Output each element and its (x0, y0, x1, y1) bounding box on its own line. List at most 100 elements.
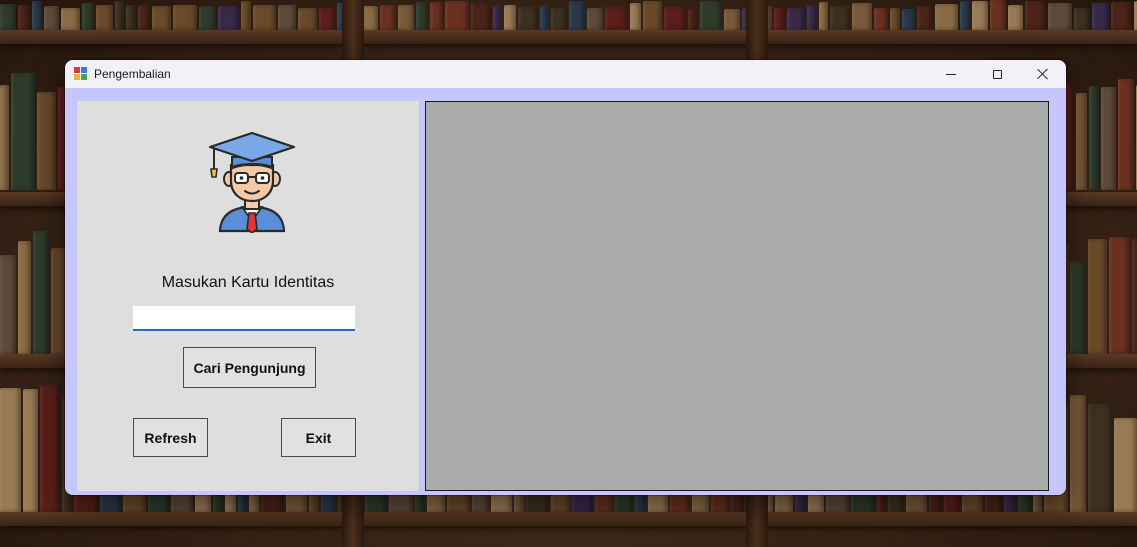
book-spine (218, 6, 239, 30)
book-spine (819, 2, 828, 30)
book-spine (253, 5, 276, 30)
book-spine (1089, 86, 1099, 190)
book-spine (380, 5, 396, 30)
book-spine (319, 8, 335, 30)
book-spine (830, 6, 850, 30)
form-app-icon (74, 67, 88, 81)
book-spine (688, 9, 698, 30)
book-spine (11, 73, 35, 190)
maximize-button[interactable] (974, 60, 1020, 88)
book-spine (1088, 404, 1112, 512)
book-spine (1074, 8, 1090, 30)
maximize-icon (992, 69, 1002, 79)
graduate-student-icon (208, 131, 296, 233)
book-spine (61, 8, 80, 30)
book-spine (551, 8, 567, 30)
book-spine (23, 389, 38, 512)
book-spine (1048, 3, 1072, 30)
search-visitor-button[interactable]: Cari Pengunjung (183, 347, 316, 388)
pengembalian-window: Pengembalian Masukan Kartu Identitas Car… (65, 60, 1066, 495)
book-spine (1111, 2, 1132, 30)
identity-card-input[interactable] (133, 306, 355, 331)
book-spine (540, 6, 549, 30)
book-spine (1025, 1, 1046, 30)
book-spine (0, 4, 16, 30)
book-spine (518, 7, 538, 30)
book-spine (278, 5, 296, 30)
book-spine (787, 8, 805, 30)
book-spine (724, 9, 740, 30)
book-spine (1114, 418, 1137, 512)
form-client-area: Masukan Kartu Identitas Cari Pengunjung … (65, 88, 1066, 495)
book-spine (445, 1, 469, 30)
book-spine (430, 2, 443, 30)
book-spine (643, 1, 662, 30)
close-button[interactable] (1020, 60, 1066, 88)
book-spine (241, 1, 251, 30)
book-spine (960, 1, 970, 30)
book-spine (664, 7, 686, 30)
book-spine (96, 5, 113, 30)
book-spine (1076, 93, 1087, 190)
book-spine (990, 0, 1006, 30)
book-spine (972, 1, 988, 30)
book-spine (504, 5, 516, 30)
book-spine (1092, 3, 1109, 30)
book-spine (1088, 239, 1107, 354)
book-spine (0, 255, 16, 354)
identity-card-label: Masukan Kartu Identitas (161, 274, 335, 291)
book-spine (1101, 87, 1116, 190)
exit-button[interactable]: Exit (281, 418, 356, 457)
book-spine (416, 2, 428, 30)
book-spine (807, 5, 817, 30)
book-spine (569, 1, 585, 30)
book-spine (935, 4, 958, 30)
bookshelf-row (0, 0, 1137, 30)
book-spine (874, 8, 888, 30)
book-spine (890, 8, 900, 30)
book-spine (298, 8, 317, 30)
minimize-icon (946, 73, 956, 75)
book-spine (1008, 5, 1023, 30)
book-spine (173, 5, 197, 30)
book-spine (138, 5, 150, 30)
book-spine (199, 6, 216, 30)
book-spine (1070, 262, 1086, 354)
book-spine (82, 3, 94, 30)
minimize-button[interactable] (928, 60, 974, 88)
shelf-board (0, 512, 1137, 526)
refresh-button[interactable]: Refresh (133, 418, 208, 457)
book-spine (0, 388, 21, 512)
book-spine (917, 6, 933, 30)
book-spine (902, 9, 915, 30)
window-title: Pengembalian (94, 67, 171, 81)
results-data-grid[interactable] (425, 101, 1049, 491)
close-icon (1037, 68, 1049, 80)
shelf-board (0, 30, 1137, 44)
book-spine (18, 241, 31, 354)
book-spine (1109, 237, 1130, 354)
book-spine (115, 1, 124, 30)
book-spine (774, 8, 785, 30)
book-spine (630, 3, 641, 30)
book-spine (1132, 239, 1137, 354)
book-spine (471, 3, 491, 30)
book-spine (605, 7, 628, 30)
book-spine (852, 3, 872, 30)
book-spine (587, 8, 603, 30)
book-spine (700, 1, 722, 30)
book-spine (1118, 79, 1134, 190)
book-spine (493, 6, 502, 30)
book-spine (18, 5, 30, 30)
book-spine (37, 92, 56, 190)
book-spine (1070, 395, 1086, 512)
book-spine (44, 6, 59, 30)
book-spine (40, 385, 60, 512)
book-spine (33, 231, 49, 354)
book-spine (152, 6, 171, 30)
book-spine (126, 5, 136, 30)
title-bar[interactable]: Pengembalian (65, 60, 1066, 88)
identity-panel: Masukan Kartu Identitas Cari Pengunjung … (77, 101, 419, 491)
book-spine (32, 1, 42, 30)
book-spine (0, 85, 9, 190)
